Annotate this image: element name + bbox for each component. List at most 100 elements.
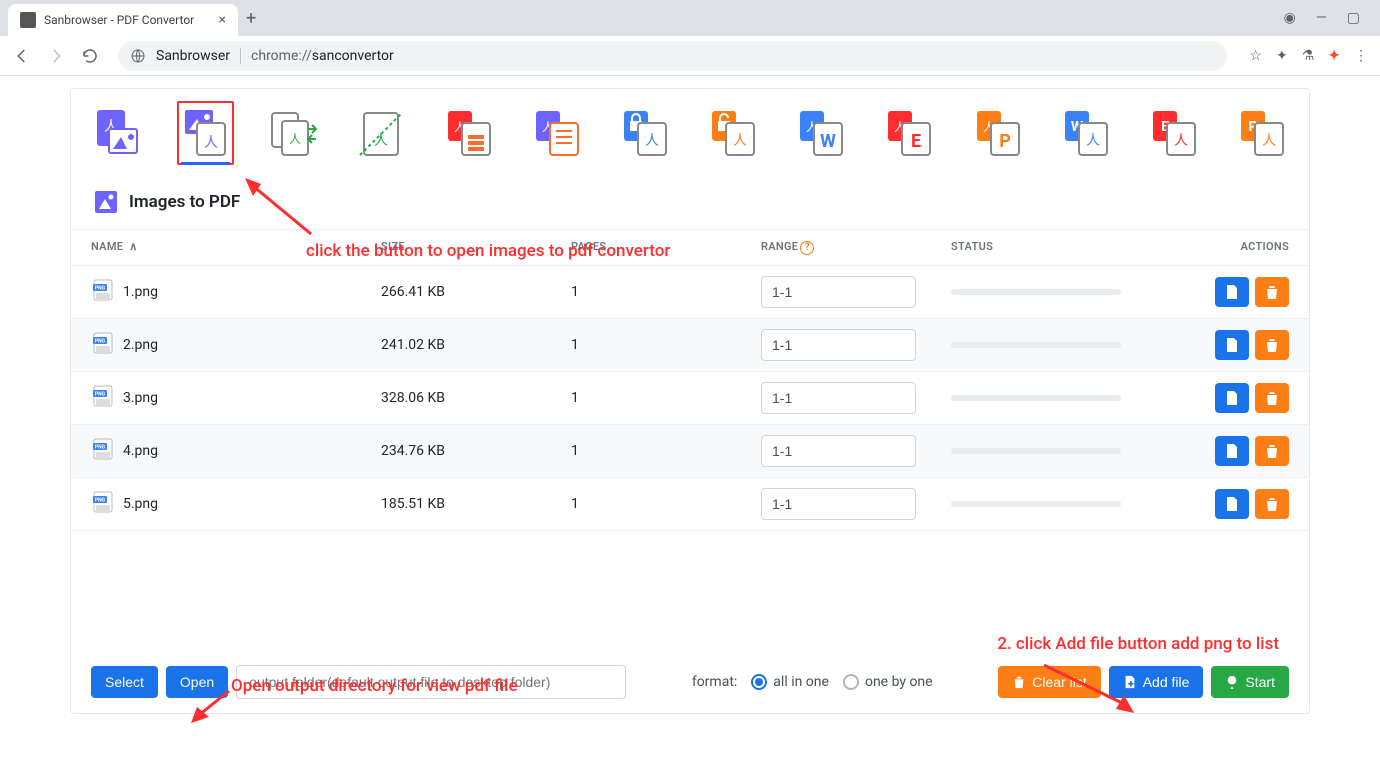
tool-pdf-to-excel[interactable]: E人 [1147, 101, 1203, 165]
table-row: PNG 5.png 185.51 KB 1 [71, 478, 1309, 531]
png-file-icon: PNG [91, 384, 115, 412]
forward-button[interactable] [46, 46, 66, 66]
tool-pdf-to-image[interactable]: 人 [89, 101, 145, 165]
col-actions: ACTIONS [1181, 240, 1289, 255]
preview-button[interactable] [1215, 277, 1249, 307]
new-tab-button[interactable]: + [246, 8, 256, 29]
tool-decrypt-pdf[interactable]: 人 [706, 101, 762, 165]
file-size: 185.51 KB [381, 496, 571, 512]
sort-asc-icon: ∧ [129, 240, 137, 253]
tab-close-icon[interactable]: × [219, 12, 226, 28]
preview-button[interactable] [1215, 383, 1249, 413]
select-button[interactable]: Select [91, 666, 158, 698]
annotation-arrow-icon [241, 174, 321, 244]
extensions-icon[interactable]: ✦ [1276, 48, 1288, 64]
radio-all-in-one[interactable]: all in one [751, 674, 829, 690]
window-minimize-icon[interactable]: — [1316, 10, 1327, 26]
file-name: 3.png [123, 390, 158, 406]
range-input[interactable] [761, 488, 916, 520]
file-size: 328.06 KB [381, 390, 571, 406]
svg-text:人: 人 [289, 132, 301, 146]
file-name: 4.png [123, 443, 158, 459]
range-input[interactable] [761, 276, 916, 308]
col-size[interactable]: SIZE [381, 240, 571, 255]
delete-button[interactable] [1255, 436, 1289, 466]
tool-image-to-pdf[interactable]: 人 [177, 101, 233, 165]
file-pages: 1 [571, 284, 761, 300]
annotation-arrow-icon [187, 687, 237, 727]
url-text: chrome://sanconvertor [251, 48, 394, 64]
window-maximize-icon[interactable]: ▢ [1347, 10, 1360, 26]
tool-pdf-to-ppt[interactable]: P人 [1235, 101, 1291, 165]
annotation-arrow-icon [1034, 659, 1144, 719]
png-file-icon: PNG [91, 490, 115, 518]
preview-button[interactable] [1215, 489, 1249, 519]
start-button[interactable]: Start [1211, 666, 1289, 698]
address-bar[interactable]: Sanbrowser chrome://sanconvertor [118, 41, 1227, 71]
file-size: 266.41 KB [381, 284, 571, 300]
file-pages: 1 [571, 337, 761, 353]
file-size: 241.02 KB [381, 337, 571, 353]
status-progress [951, 342, 1121, 348]
preview-button[interactable] [1215, 436, 1249, 466]
col-name[interactable]: NAME∧ [91, 240, 381, 255]
tool-encrypt-pdf[interactable]: 人 [618, 101, 674, 165]
image-icon [93, 189, 119, 215]
globe-icon [130, 48, 146, 64]
browser-settings-icon[interactable]: ◉ [1284, 10, 1296, 26]
browser-tab[interactable]: Sanbrowser - PDF Convertor × [8, 4, 238, 36]
range-input[interactable] [761, 382, 916, 414]
file-size: 234.76 KB [381, 443, 571, 459]
file-pages: 1 [571, 443, 761, 459]
radio-icon [751, 674, 767, 690]
png-file-icon: PNG [91, 437, 115, 465]
delete-button[interactable] [1255, 489, 1289, 519]
tool-extract-pdf[interactable]: 人 [354, 101, 410, 165]
tool-word-to-pdf[interactable]: 人W [794, 101, 850, 165]
radio-one-by-one[interactable]: one by one [843, 674, 933, 690]
back-button[interactable] [12, 46, 32, 66]
preview-button[interactable] [1215, 330, 1249, 360]
svg-text:人: 人 [733, 133, 747, 149]
tool-merge-pdf[interactable]: 人 [442, 101, 498, 165]
divider [240, 48, 241, 64]
svg-text:E: E [911, 131, 921, 152]
rocket-icon [1225, 675, 1239, 689]
table-row: PNG 3.png 328.06 KB 1 [71, 372, 1309, 425]
tab-title: Sanbrowser - PDF Convertor [44, 13, 211, 27]
star-icon[interactable]: ☆ [1249, 48, 1262, 64]
help-icon[interactable]: ? [800, 241, 814, 255]
col-range: RANGE? [761, 240, 951, 255]
col-pages[interactable]: PAGES [571, 240, 761, 255]
tool-split-pdf[interactable]: 人 [266, 101, 322, 165]
range-input[interactable] [761, 435, 916, 467]
status-progress [951, 289, 1121, 295]
menu-icon[interactable]: ⋮ [1354, 48, 1368, 64]
format-label: format: [692, 674, 737, 690]
tool-text-pdf[interactable]: 人 [530, 101, 586, 165]
delete-button[interactable] [1255, 277, 1289, 307]
puzzle-icon[interactable]: ✦ [1328, 48, 1340, 64]
svg-text:W: W [820, 131, 836, 152]
table-row: PNG 1.png 266.41 KB 1 [71, 266, 1309, 319]
delete-button[interactable] [1255, 383, 1289, 413]
svg-text:人: 人 [1086, 133, 1100, 149]
file-pages: 1 [571, 390, 761, 406]
delete-button[interactable] [1255, 330, 1289, 360]
table-row: PNG 2.png 241.02 KB 1 [71, 319, 1309, 372]
svg-text:人: 人 [1174, 133, 1188, 149]
col-status: STATUS [951, 240, 1181, 255]
svg-text:PNG: PNG [95, 391, 106, 397]
svg-text:PNG: PNG [95, 285, 106, 291]
tool-ppt-to-pdf[interactable]: 人P [971, 101, 1027, 165]
lab-icon[interactable]: ⚗ [1302, 48, 1315, 64]
png-file-icon: PNG [91, 331, 115, 359]
output-folder-input[interactable] [236, 665, 626, 699]
png-file-icon: PNG [91, 278, 115, 306]
range-input[interactable] [761, 329, 916, 361]
tab-favicon [20, 12, 36, 28]
file-pages: 1 [571, 496, 761, 512]
tool-excel-to-pdf[interactable]: 人E [882, 101, 938, 165]
tool-pdf-to-word[interactable]: W人 [1059, 101, 1115, 165]
reload-button[interactable] [80, 46, 100, 66]
